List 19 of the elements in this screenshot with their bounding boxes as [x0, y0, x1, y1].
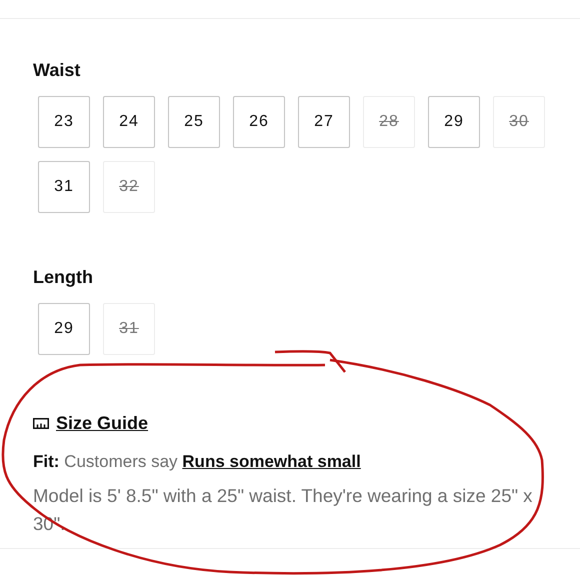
size-option[interactable]: 28 — [363, 96, 415, 148]
size-option[interactable]: 31 — [103, 303, 155, 355]
section-heading: Length — [33, 267, 94, 288]
fit-text: Fit: Customers say Runs somewhat small — [33, 452, 362, 472]
size-option[interactable]: 29 — [428, 96, 480, 148]
fit-link[interactable]: Runs somewhat small — [182, 452, 361, 471]
size-option[interactable]: 25 — [168, 96, 220, 148]
size-guide-link[interactable]: Size Guide — [56, 413, 148, 434]
size-option[interactable]: 27 — [298, 96, 350, 148]
size-option[interactable]: 26 — [233, 96, 285, 148]
size-option[interactable]: 23 — [38, 96, 90, 148]
annotation-stroke — [274, 350, 346, 373]
size-option[interactable]: 24 — [103, 96, 155, 148]
size-option[interactable]: 29 — [38, 303, 90, 355]
size-option[interactable]: 31 — [38, 161, 90, 213]
section-heading: Waist — [33, 60, 82, 81]
size-option[interactable]: 30 — [493, 96, 545, 148]
size-option[interactable]: 32 — [103, 161, 155, 213]
ruler-icon — [33, 418, 49, 429]
